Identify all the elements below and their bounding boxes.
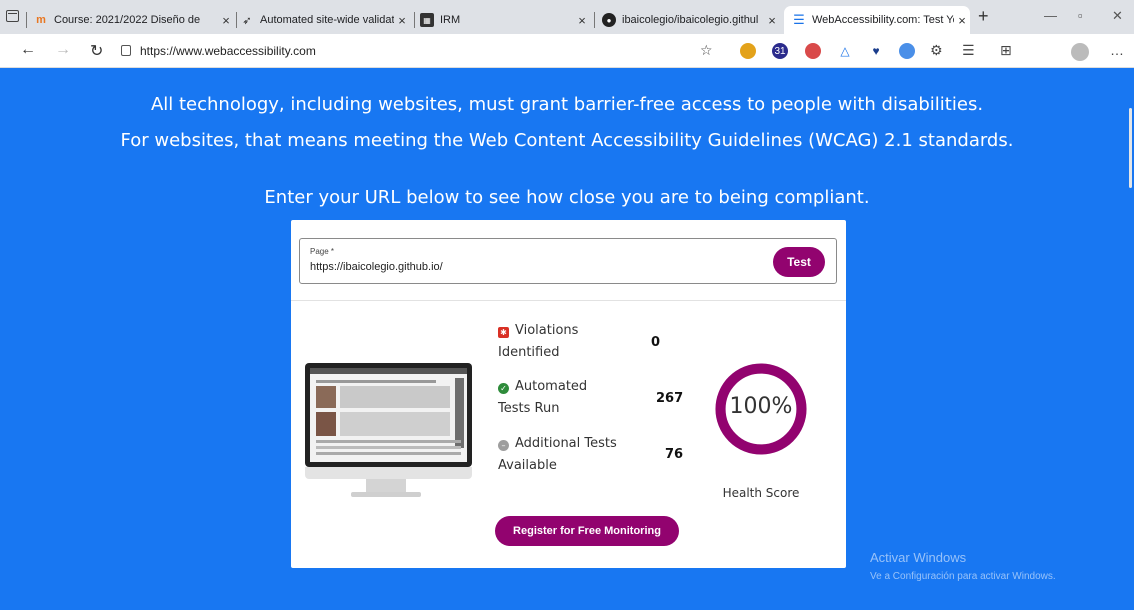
health-score-label: Health Score bbox=[722, 486, 800, 500]
favorite-icon[interactable]: ☆ bbox=[700, 42, 713, 59]
tab-actions-icon[interactable] bbox=[6, 10, 19, 22]
favorites-icon[interactable]: ☰ bbox=[962, 42, 975, 59]
triangle-extension-icon[interactable]: △ bbox=[837, 43, 853, 59]
avatar[interactable] bbox=[1071, 43, 1089, 61]
activate-windows-subtitle: Ve a Configuración para activar Windows. bbox=[870, 571, 1056, 582]
activate-windows-title: Activar Windows bbox=[870, 550, 967, 565]
close-tab-icon[interactable]: × bbox=[218, 13, 234, 28]
red-extension-icon[interactable] bbox=[805, 43, 821, 59]
minimize-icon[interactable]: — bbox=[1044, 8, 1057, 23]
rocket-icon: ➶ bbox=[242, 14, 252, 27]
hero-line-1: All technology, including websites, must… bbox=[150, 94, 984, 115]
close-window-icon[interactable]: ✕ bbox=[1112, 8, 1123, 24]
additional-tests-stat: – Additional Tests Available bbox=[498, 436, 617, 473]
address-bar: ← → ↻ https://www.webaccessibility.com ☆… bbox=[0, 34, 1134, 68]
additional-tests-value: 76 bbox=[665, 447, 684, 462]
irm-icon: ▦ bbox=[420, 13, 434, 27]
test-button[interactable]: Test bbox=[773, 247, 825, 277]
tab-course[interactable]: m Course: 2021/2022 Diseño de × bbox=[34, 6, 234, 34]
forward-icon[interactable]: → bbox=[55, 41, 71, 59]
extensions-icon[interactable]: ⚙ bbox=[930, 42, 943, 59]
close-tab-icon[interactable]: × bbox=[574, 13, 590, 28]
heart-extension-icon[interactable]: ♥ bbox=[868, 43, 884, 59]
hero-line-3: Enter your URL below to see how close yo… bbox=[264, 187, 870, 208]
url-input-field[interactable]: Page * https://ibaicolegio.github.io/ bbox=[299, 238, 837, 284]
field-label: Page * bbox=[310, 247, 335, 256]
register-monitoring-button[interactable]: Register for Free Monitoring bbox=[495, 516, 679, 546]
monitor-base bbox=[351, 492, 421, 497]
bug-icon: ✱ bbox=[498, 327, 509, 338]
url-field[interactable]: https://www.webaccessibility.com bbox=[140, 44, 316, 58]
hero-line-2: For websites, that means meeting the Web… bbox=[120, 130, 1014, 151]
health-score-value: 100% bbox=[729, 394, 793, 419]
automated-tests-value: 267 bbox=[656, 391, 684, 406]
more-icon[interactable]: … bbox=[1110, 42, 1124, 58]
menu-icon: ☰ bbox=[793, 12, 805, 27]
site-preview-monitor bbox=[305, 363, 472, 467]
tab-separator bbox=[594, 12, 595, 28]
restore-icon[interactable]: ▫ bbox=[1078, 8, 1083, 23]
violations-value: 0 bbox=[651, 335, 661, 350]
tab-irm[interactable]: ▦ IRM × bbox=[420, 6, 590, 34]
tab-separator bbox=[26, 12, 27, 28]
collections-icon[interactable]: ⊞ bbox=[1000, 42, 1012, 59]
cookie-extension-icon[interactable] bbox=[740, 43, 756, 59]
close-tab-icon[interactable]: × bbox=[764, 13, 780, 28]
refresh-icon[interactable]: ↻ bbox=[90, 41, 103, 61]
monitor-stand bbox=[366, 479, 406, 492]
site-preview-screenshot bbox=[310, 368, 467, 462]
lock-icon[interactable] bbox=[121, 45, 131, 56]
violations-stat: ✱ Violations Identified bbox=[498, 323, 579, 360]
test-card: Page * https://ibaicolegio.github.io/ Te… bbox=[291, 220, 846, 568]
close-tab-icon[interactable]: × bbox=[954, 13, 970, 28]
tab-separator bbox=[236, 12, 237, 28]
tab-webaccessibility[interactable]: ☰ WebAccessibility.com: Test Yo × bbox=[784, 6, 970, 34]
blue-extension-icon[interactable] bbox=[899, 43, 915, 59]
github-icon: ● bbox=[602, 13, 616, 27]
new-tab-icon[interactable]: + bbox=[978, 6, 989, 27]
monitor-chin bbox=[305, 467, 472, 479]
neutral-circle-icon: – bbox=[498, 440, 509, 451]
tab-bar: m Course: 2021/2022 Diseño de × ➶ Automa… bbox=[0, 0, 1134, 34]
tab-github[interactable]: ● ibaicolegio/ibaicolegio.githul × bbox=[602, 6, 780, 34]
divider bbox=[291, 300, 846, 301]
tab-separator bbox=[414, 12, 415, 28]
close-tab-icon[interactable]: × bbox=[394, 13, 410, 28]
tab-automated-validation[interactable]: ➶ Automated site-wide validati × bbox=[240, 6, 410, 34]
automated-tests-stat: ✓ Automated Tests Run bbox=[498, 379, 588, 416]
moodle-icon: m bbox=[36, 14, 46, 26]
back-icon[interactable]: ← bbox=[20, 41, 36, 59]
extension-badge-icon[interactable]: 31 bbox=[772, 43, 788, 59]
check-circle-icon: ✓ bbox=[498, 383, 509, 394]
url-input[interactable]: https://ibaicolegio.github.io/ bbox=[310, 261, 443, 273]
